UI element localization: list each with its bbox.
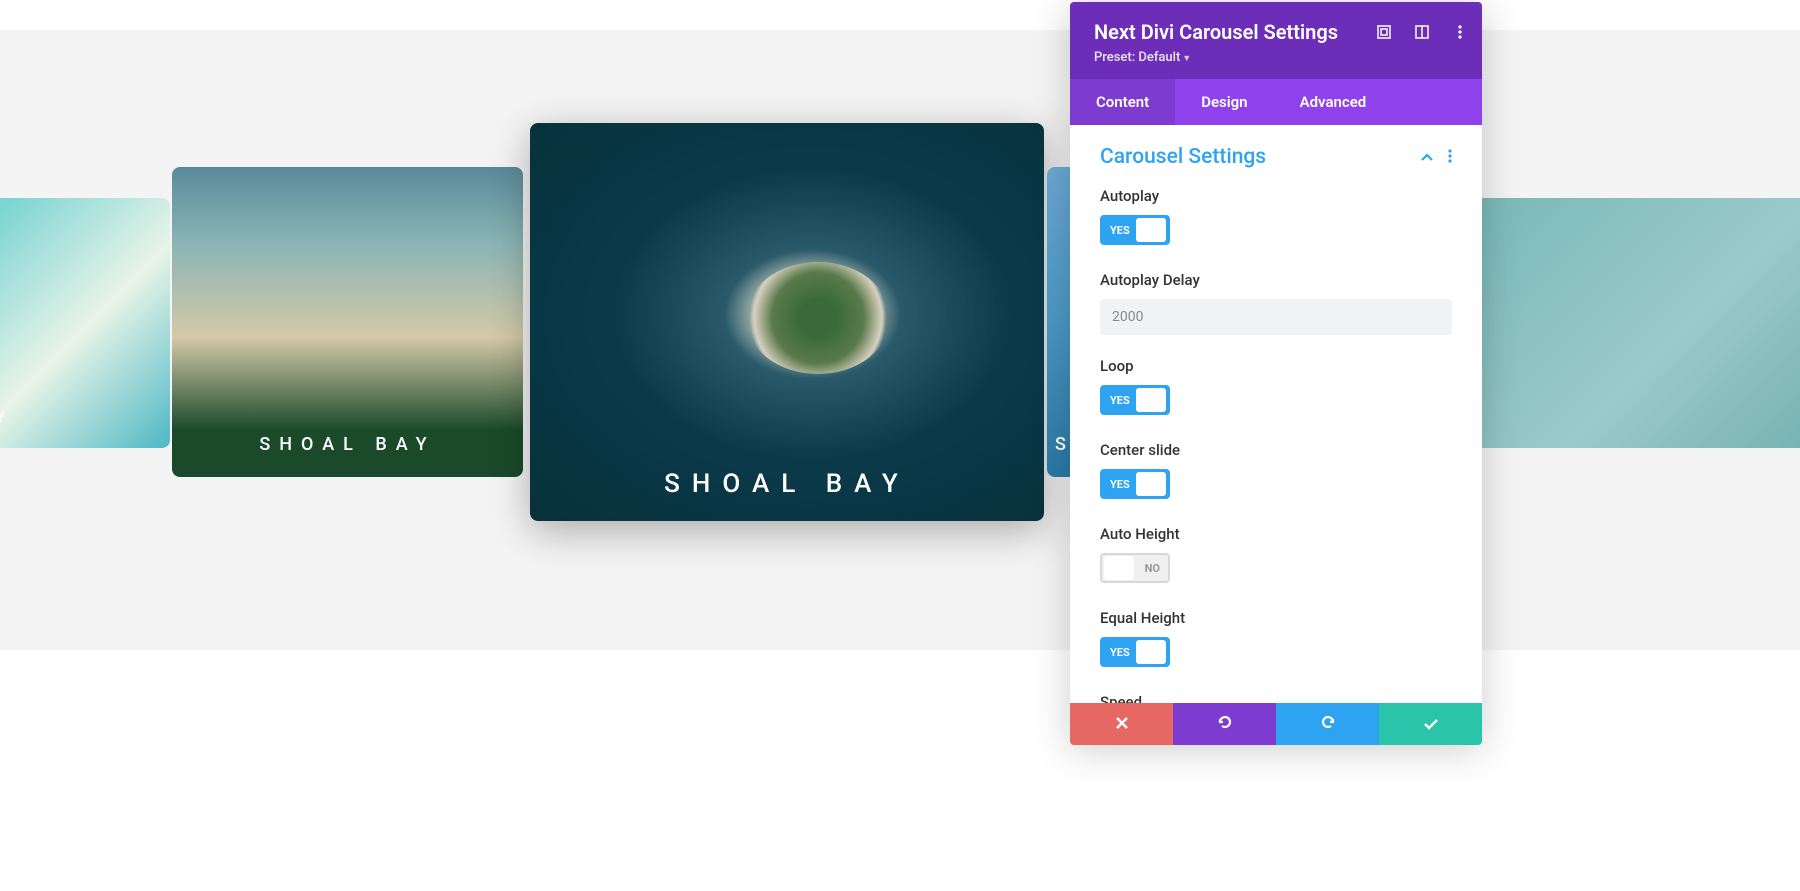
setting-loop: Loop YES bbox=[1100, 357, 1452, 419]
preset-text: Preset: Default bbox=[1094, 50, 1180, 65]
toggle-text: YES bbox=[1110, 646, 1130, 659]
setting-label: Speed bbox=[1100, 693, 1452, 703]
toggle-knob bbox=[1136, 472, 1166, 496]
setting-center-slide: Center slide YES bbox=[1100, 441, 1452, 503]
toggle-text: YES bbox=[1110, 394, 1130, 407]
autoplay-toggle[interactable]: YES bbox=[1100, 215, 1170, 245]
caret-down-icon: ▼ bbox=[1182, 54, 1191, 64]
carousel-slide[interactable]: SHOAL BAY bbox=[172, 167, 523, 477]
center-slide-toggle[interactable]: YES bbox=[1100, 469, 1170, 499]
toggle-knob bbox=[1136, 218, 1166, 242]
check-icon bbox=[1423, 715, 1439, 734]
section-header[interactable]: Carousel Settings bbox=[1100, 145, 1452, 169]
save-button[interactable] bbox=[1379, 703, 1482, 745]
slide-label: SHOAL BAY bbox=[259, 434, 435, 455]
carousel-slide-active[interactable]: SHOAL BAY bbox=[530, 123, 1044, 521]
autoplay-delay-input[interactable] bbox=[1100, 299, 1452, 335]
slide-label: OAL BAY bbox=[0, 408, 13, 426]
tab-design[interactable]: Design bbox=[1175, 79, 1273, 125]
carousel-slide[interactable]: OAL BAY bbox=[0, 198, 170, 448]
toggle-text: YES bbox=[1110, 478, 1130, 491]
tab-content[interactable]: Content bbox=[1070, 79, 1175, 125]
snap-icon[interactable] bbox=[1414, 24, 1430, 40]
redo-button[interactable] bbox=[1276, 703, 1379, 745]
preset-selector[interactable]: Preset: Default▼ bbox=[1094, 50, 1462, 65]
loop-toggle[interactable]: YES bbox=[1100, 385, 1170, 415]
toggle-text: NO bbox=[1145, 562, 1160, 575]
undo-icon bbox=[1217, 714, 1233, 734]
redo-icon bbox=[1320, 714, 1336, 734]
panel-header[interactable]: Next Divi Carousel Settings Preset: Defa… bbox=[1070, 2, 1482, 79]
setting-label: Loop bbox=[1100, 357, 1452, 375]
section-actions bbox=[1420, 148, 1452, 167]
toggle-knob bbox=[1104, 556, 1134, 580]
chevron-up-icon[interactable] bbox=[1420, 148, 1434, 167]
header-icons bbox=[1376, 24, 1468, 40]
toggle-knob bbox=[1136, 388, 1166, 412]
setting-label: Autoplay Delay bbox=[1100, 271, 1452, 289]
setting-label: Equal Height bbox=[1100, 609, 1452, 627]
panel-body: Carousel Settings Autoplay YES bbox=[1070, 125, 1482, 703]
settings-panel: Next Divi Carousel Settings Preset: Defa… bbox=[1070, 2, 1482, 745]
kebab-menu-icon[interactable] bbox=[1452, 24, 1468, 40]
carousel-container: OAL BAY SHOAL BAY SHOAL BAY SH bbox=[0, 0, 1800, 650]
carousel-slide[interactable] bbox=[1475, 198, 1800, 448]
close-icon bbox=[1115, 715, 1129, 734]
setting-auto-height: Auto Height NO bbox=[1100, 525, 1452, 587]
toggle-knob bbox=[1136, 640, 1166, 664]
tabs: Content Design Advanced bbox=[1070, 79, 1482, 125]
setting-speed: Speed bbox=[1100, 693, 1452, 703]
panel-footer bbox=[1070, 703, 1482, 745]
setting-label: Center slide bbox=[1100, 441, 1452, 459]
setting-label: Auto Height bbox=[1100, 525, 1452, 543]
setting-autoplay-delay: Autoplay Delay bbox=[1100, 271, 1452, 335]
setting-autoplay: Autoplay YES bbox=[1100, 187, 1452, 249]
canvas-area: OAL BAY SHOAL BAY SHOAL BAY SH Next Divi… bbox=[0, 0, 1800, 891]
undo-button[interactable] bbox=[1173, 703, 1276, 745]
auto-height-toggle[interactable]: NO bbox=[1100, 553, 1170, 583]
slide-label: SHOAL BAY bbox=[664, 469, 910, 499]
cancel-button[interactable] bbox=[1070, 703, 1173, 745]
toggle-text: YES bbox=[1110, 224, 1130, 237]
setting-equal-height: Equal Height YES bbox=[1100, 609, 1452, 671]
tab-advanced[interactable]: Advanced bbox=[1274, 79, 1393, 125]
section-title: Carousel Settings bbox=[1100, 145, 1266, 169]
setting-label: Autoplay bbox=[1100, 187, 1452, 205]
equal-height-toggle[interactable]: YES bbox=[1100, 637, 1170, 667]
expand-icon[interactable] bbox=[1376, 24, 1392, 40]
kebab-menu-icon[interactable] bbox=[1448, 148, 1452, 167]
